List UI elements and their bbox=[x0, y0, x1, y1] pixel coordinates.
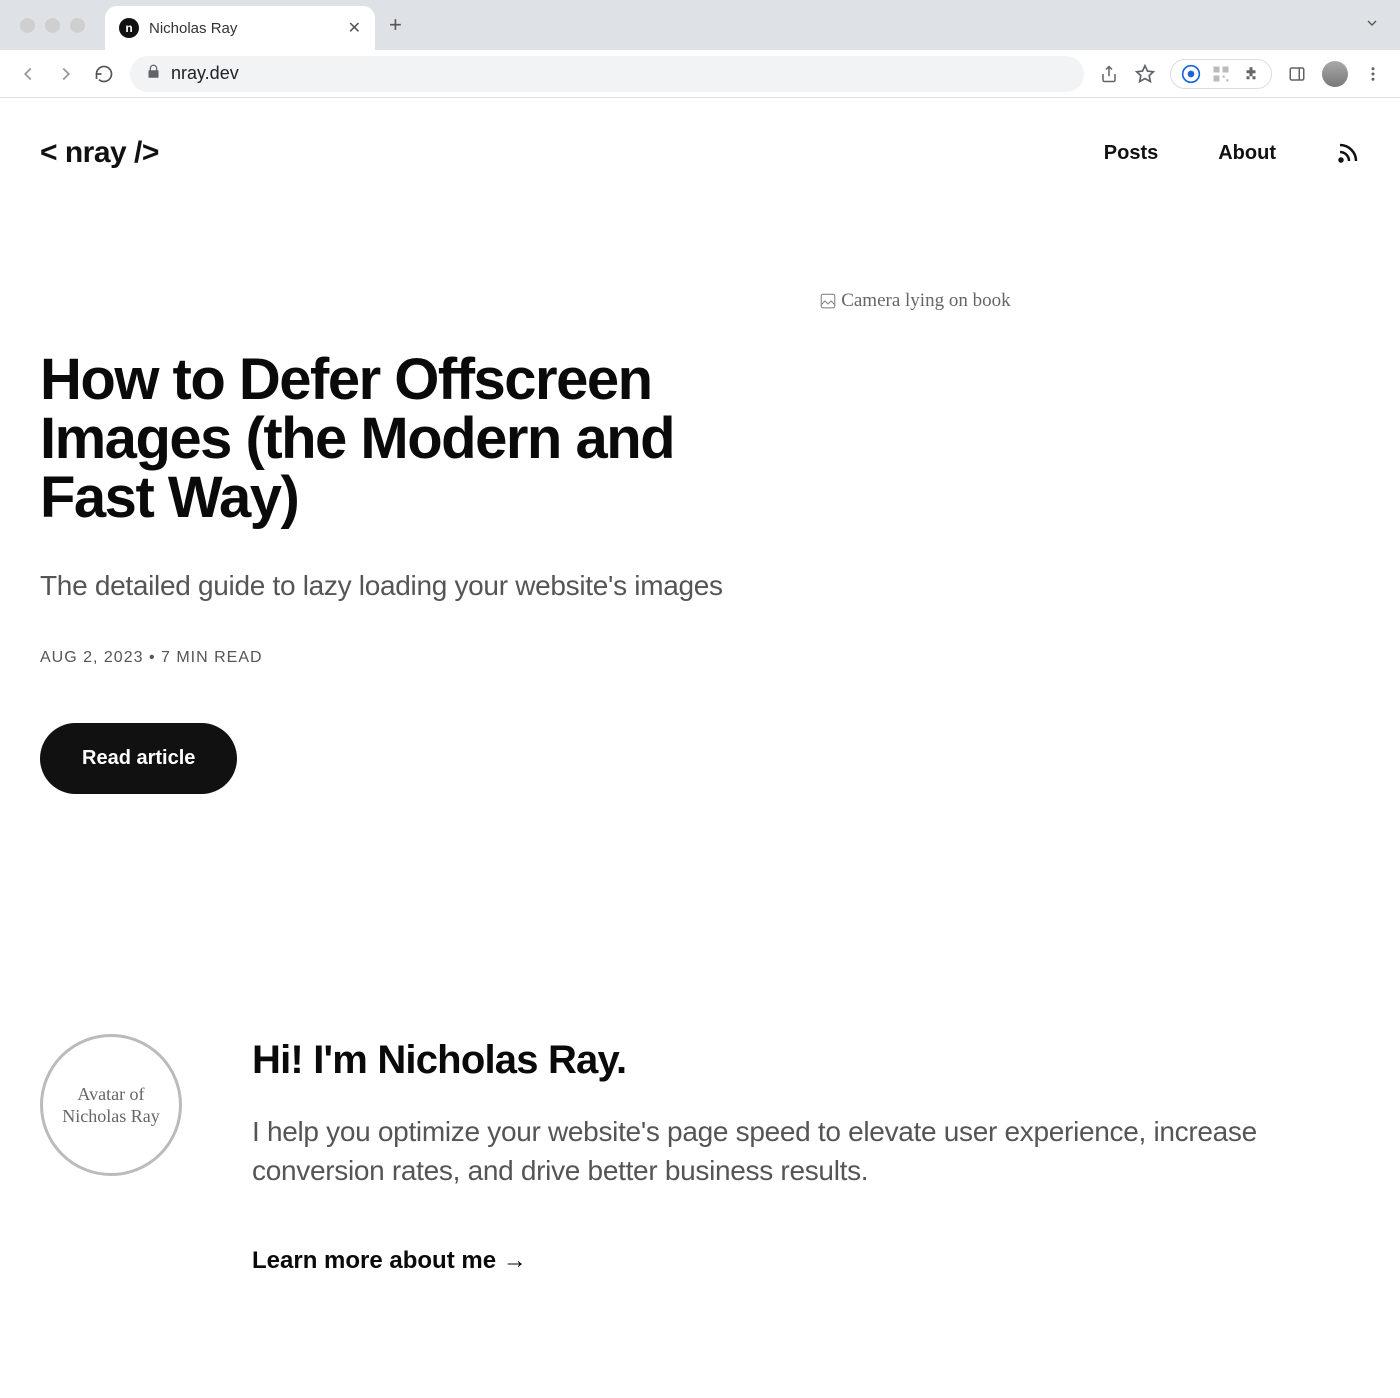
hero-content: How to Defer Offscreen Images (the Moder… bbox=[40, 290, 779, 794]
about-text: I help you optimize your website's page … bbox=[252, 1113, 1360, 1190]
profile-avatar[interactable] bbox=[1322, 61, 1348, 87]
forward-button[interactable] bbox=[54, 62, 78, 86]
rss-icon[interactable] bbox=[1336, 141, 1360, 165]
hero-image-area: Camera lying on book bbox=[819, 290, 1360, 794]
extension-qr-icon[interactable] bbox=[1211, 64, 1231, 84]
back-button[interactable] bbox=[16, 62, 40, 86]
hero-section: How to Defer Offscreen Images (the Moder… bbox=[40, 290, 1360, 794]
broken-image-icon bbox=[819, 292, 837, 310]
address-bar-actions bbox=[1098, 59, 1384, 89]
browser-chrome: n Nicholas Ray ✕ + nray.dev bbox=[0, 0, 1400, 98]
new-tab-button[interactable]: + bbox=[375, 12, 416, 38]
tabs-dropdown-button[interactable] bbox=[1364, 15, 1380, 36]
bookmark-icon[interactable] bbox=[1134, 63, 1156, 85]
address-bar: nray.dev bbox=[0, 50, 1400, 98]
minimize-window-button[interactable] bbox=[45, 18, 60, 33]
learn-more-link[interactable]: Learn more about me → bbox=[252, 1247, 527, 1275]
article-title: How to Defer Offscreen Images (the Moder… bbox=[40, 350, 779, 527]
about-heading: Hi! I'm Nicholas Ray. bbox=[252, 1038, 1360, 1083]
author-avatar: Avatar of Nicholas Ray bbox=[40, 1034, 182, 1176]
url-text: nray.dev bbox=[171, 63, 239, 84]
article-meta: AUG 2, 2023 • 7 MIN READ bbox=[40, 649, 779, 667]
browser-tab[interactable]: n Nicholas Ray ✕ bbox=[105, 6, 375, 50]
nav-about[interactable]: About bbox=[1218, 142, 1276, 165]
about-content: Hi! I'm Nicholas Ray. I help you optimiz… bbox=[252, 1034, 1360, 1274]
read-article-button[interactable]: Read article bbox=[40, 723, 237, 794]
extensions-group bbox=[1170, 59, 1272, 89]
close-tab-button[interactable]: ✕ bbox=[348, 18, 361, 38]
window-controls bbox=[12, 18, 105, 33]
close-window-button[interactable] bbox=[20, 18, 35, 33]
site-logo[interactable]: < nray /> bbox=[40, 136, 159, 170]
broken-image-placeholder: Camera lying on book bbox=[819, 290, 1010, 312]
about-section: Avatar of Nicholas Ray Hi! I'm Nicholas … bbox=[40, 1034, 1360, 1274]
tab-title: Nicholas Ray bbox=[149, 20, 338, 37]
page-content: < nray /> Posts About How to Defer Offsc… bbox=[0, 98, 1400, 1355]
url-input[interactable]: nray.dev bbox=[130, 56, 1084, 92]
broken-image-alt: Camera lying on book bbox=[841, 290, 1010, 312]
avatar-alt-text: Avatar of Nicholas Ray bbox=[51, 1083, 171, 1128]
site-header: < nray /> Posts About bbox=[40, 136, 1360, 170]
nav-posts[interactable]: Posts bbox=[1104, 142, 1158, 165]
extensions-menu-icon[interactable] bbox=[1241, 64, 1261, 84]
reload-button[interactable] bbox=[92, 62, 116, 86]
maximize-window-button[interactable] bbox=[70, 18, 85, 33]
lock-icon bbox=[146, 64, 161, 84]
sidepanel-icon[interactable] bbox=[1286, 63, 1308, 85]
extension-1password-icon[interactable] bbox=[1181, 64, 1201, 84]
primary-nav: Posts About bbox=[1104, 141, 1360, 165]
share-icon[interactable] bbox=[1098, 63, 1120, 85]
browser-menu-icon[interactable] bbox=[1362, 63, 1384, 85]
tab-bar: n Nicholas Ray ✕ + bbox=[0, 0, 1400, 50]
favicon-icon: n bbox=[119, 18, 139, 38]
article-subtitle: The detailed guide to lazy loading your … bbox=[40, 567, 779, 605]
